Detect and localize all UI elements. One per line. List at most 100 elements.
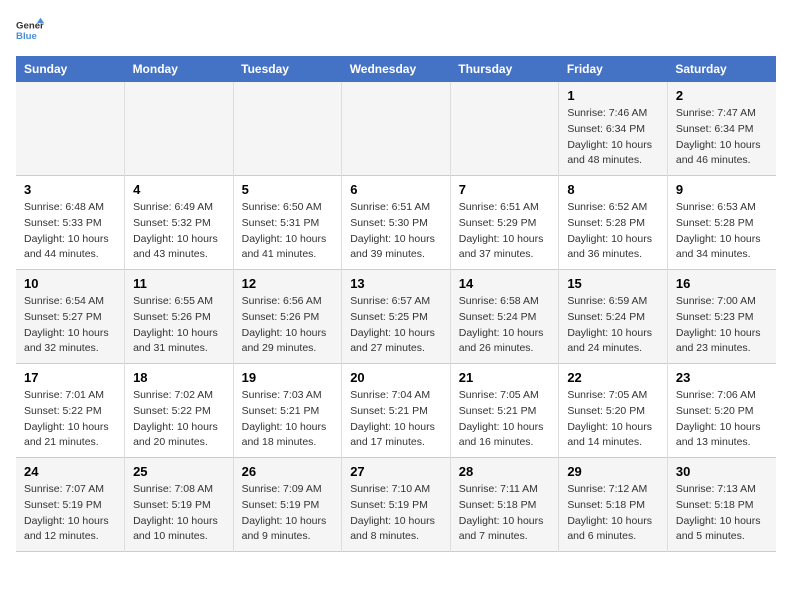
day-number: 21: [459, 370, 551, 385]
calendar-cell: 11Sunrise: 6:55 AM Sunset: 5:26 PM Dayli…: [125, 270, 234, 364]
calendar-cell: 30 Sunrise: 7:13 AM Sunset: 5:18 PM Dayli…: [667, 458, 776, 552]
day-number: 20: [350, 370, 442, 385]
calendar-cell: 4 Sunrise: 6:49 AM Sunset: 5:32 PM Daylig…: [125, 176, 234, 270]
day-number: 6: [350, 182, 442, 197]
calendar-cell: [125, 82, 234, 176]
weekday-header-thursday: Thursday: [450, 56, 559, 82]
day-info: Sunrise: 7:46 AM Sunset: 6:34 PM Dayligh…: [567, 106, 659, 169]
day-number: 16: [676, 276, 768, 291]
day-number: 14: [459, 276, 551, 291]
day-info: Sunrise: 6:49 AM Sunset: 5:32 PM Dayligh…: [133, 200, 225, 263]
calendar-cell: 7 Sunrise: 6:51 AM Sunset: 5:29 PM Daylig…: [450, 176, 559, 270]
day-number: 27: [350, 464, 442, 479]
calendar-body: 1 Sunrise: 7:46 AM Sunset: 6:34 PM Daylig…: [16, 82, 776, 552]
calendar-table: SundayMondayTuesdayWednesdayThursdayFrid…: [16, 56, 776, 552]
day-info: Sunrise: 6:52 AM Sunset: 5:28 PM Dayligh…: [567, 200, 659, 263]
day-number: 12: [242, 276, 334, 291]
day-number: 4: [133, 182, 225, 197]
day-info: Sunrise: 7:47 AM Sunset: 6:34 PM Dayligh…: [676, 106, 768, 169]
calendar-cell: 10 Sunrise: 6:54 AM Sunset: 5:27 PM Dayli…: [16, 270, 125, 364]
calendar-week-1: 1 Sunrise: 7:46 AM Sunset: 6:34 PM Daylig…: [16, 82, 776, 176]
calendar-cell: 16 Sunrise: 7:00 AM Sunset: 5:23 PM Dayli…: [667, 270, 776, 364]
day-number: 24: [24, 464, 116, 479]
svg-text:Blue: Blue: [16, 31, 37, 42]
day-number: 19: [242, 370, 334, 385]
day-number: 28: [459, 464, 551, 479]
day-number: 15: [567, 276, 659, 291]
day-info: Sunrise: 6:48 AM Sunset: 5:33 PM Dayligh…: [24, 200, 116, 263]
day-info: Sunrise: 6:51 AM Sunset: 5:30 PM Dayligh…: [350, 200, 442, 263]
weekday-header-saturday: Saturday: [667, 56, 776, 82]
calendar-cell: 14 Sunrise: 6:58 AM Sunset: 5:24 PM Dayli…: [450, 270, 559, 364]
day-number: 8: [567, 182, 659, 197]
page-header: General Blue: [16, 16, 776, 44]
calendar-cell: 24 Sunrise: 7:07 AM Sunset: 5:19 PM Dayli…: [16, 458, 125, 552]
day-info: Sunrise: 6:59 AM Sunset: 5:24 PM Dayligh…: [567, 294, 659, 357]
day-info: Sunrise: 7:00 AM Sunset: 5:23 PM Dayligh…: [676, 294, 768, 357]
day-info: Sunrise: 7:07 AM Sunset: 5:19 PM Dayligh…: [24, 482, 116, 545]
day-info: Sunrise: 7:06 AM Sunset: 5:20 PM Dayligh…: [676, 388, 768, 451]
day-info: Sunrise: 7:03 AM Sunset: 5:21 PM Dayligh…: [242, 388, 334, 451]
day-info: Sunrise: 6:54 AM Sunset: 5:27 PM Dayligh…: [24, 294, 116, 357]
day-number: 3: [24, 182, 116, 197]
day-number: 22: [567, 370, 659, 385]
day-number: 7: [459, 182, 551, 197]
calendar-cell: 28 Sunrise: 7:11 AM Sunset: 5:18 PM Dayli…: [450, 458, 559, 552]
calendar-week-4: 17 Sunrise: 7:01 AM Sunset: 5:22 PM Dayli…: [16, 364, 776, 458]
weekday-header-monday: Monday: [125, 56, 234, 82]
calendar-cell: 5Sunrise: 6:50 AM Sunset: 5:31 PM Daylig…: [233, 176, 342, 270]
day-info: Sunrise: 7:01 AM Sunset: 5:22 PM Dayligh…: [24, 388, 116, 451]
calendar-cell: [233, 82, 342, 176]
calendar-cell: 3 Sunrise: 6:48 AM Sunset: 5:33 PM Daylig…: [16, 176, 125, 270]
calendar-cell: 21 Sunrise: 7:05 AM Sunset: 5:21 PM Dayli…: [450, 364, 559, 458]
calendar-cell: 26Sunrise: 7:09 AM Sunset: 5:19 PM Dayli…: [233, 458, 342, 552]
day-number: 1: [567, 88, 659, 103]
day-info: Sunrise: 7:10 AM Sunset: 5:19 PM Dayligh…: [350, 482, 442, 545]
calendar-week-5: 24 Sunrise: 7:07 AM Sunset: 5:19 PM Dayli…: [16, 458, 776, 552]
calendar-cell: 18 Sunrise: 7:02 AM Sunset: 5:22 PM Dayli…: [125, 364, 234, 458]
calendar-cell: 20 Sunrise: 7:04 AM Sunset: 5:21 PM Dayli…: [342, 364, 451, 458]
weekday-header-sunday: Sunday: [16, 56, 125, 82]
day-number: 30: [676, 464, 768, 479]
day-info: Sunrise: 7:04 AM Sunset: 5:21 PM Dayligh…: [350, 388, 442, 451]
day-info: Sunrise: 7:13 AM Sunset: 5:18 PM Dayligh…: [676, 482, 768, 545]
calendar-cell: 1 Sunrise: 7:46 AM Sunset: 6:34 PM Daylig…: [559, 82, 668, 176]
calendar-cell: 29Sunrise: 7:12 AM Sunset: 5:18 PM Dayli…: [559, 458, 668, 552]
day-info: Sunrise: 6:58 AM Sunset: 5:24 PM Dayligh…: [459, 294, 551, 357]
day-info: Sunrise: 7:05 AM Sunset: 5:20 PM Dayligh…: [567, 388, 659, 451]
calendar-cell: [342, 82, 451, 176]
calendar-cell: [450, 82, 559, 176]
day-info: Sunrise: 6:53 AM Sunset: 5:28 PM Dayligh…: [676, 200, 768, 263]
day-number: 5: [242, 182, 334, 197]
day-number: 2: [676, 88, 768, 103]
day-info: Sunrise: 7:02 AM Sunset: 5:22 PM Dayligh…: [133, 388, 225, 451]
calendar-cell: 8 Sunrise: 6:52 AM Sunset: 5:28 PM Daylig…: [559, 176, 668, 270]
day-info: Sunrise: 6:51 AM Sunset: 5:29 PM Dayligh…: [459, 200, 551, 263]
calendar-cell: 17 Sunrise: 7:01 AM Sunset: 5:22 PM Dayli…: [16, 364, 125, 458]
day-info: Sunrise: 7:05 AM Sunset: 5:21 PM Dayligh…: [459, 388, 551, 451]
calendar-cell: 25Sunrise: 7:08 AM Sunset: 5:19 PM Dayli…: [125, 458, 234, 552]
calendar-header-row: SundayMondayTuesdayWednesdayThursdayFrid…: [16, 56, 776, 82]
calendar-cell: 2 Sunrise: 7:47 AM Sunset: 6:34 PM Daylig…: [667, 82, 776, 176]
calendar-cell: 27 Sunrise: 7:10 AM Sunset: 5:19 PM Dayli…: [342, 458, 451, 552]
day-number: 23: [676, 370, 768, 385]
day-info: Sunrise: 6:55 AM Sunset: 5:26 PM Dayligh…: [133, 294, 225, 357]
calendar-week-3: 10 Sunrise: 6:54 AM Sunset: 5:27 PM Dayli…: [16, 270, 776, 364]
day-number: 17: [24, 370, 116, 385]
calendar-cell: 12 Sunrise: 6:56 AM Sunset: 5:26 PM Dayli…: [233, 270, 342, 364]
calendar-cell: 23 Sunrise: 7:06 AM Sunset: 5:20 PM Dayli…: [667, 364, 776, 458]
logo-icon: General Blue: [16, 16, 44, 44]
calendar-cell: [16, 82, 125, 176]
calendar-cell: 6 Sunrise: 6:51 AM Sunset: 5:30 PM Daylig…: [342, 176, 451, 270]
day-info: Sunrise: 7:11 AM Sunset: 5:18 PM Dayligh…: [459, 482, 551, 545]
calendar-cell: 13Sunrise: 6:57 AM Sunset: 5:25 PM Dayli…: [342, 270, 451, 364]
day-number: 9: [676, 182, 768, 197]
calendar-cell: 22 Sunrise: 7:05 AM Sunset: 5:20 PM Dayli…: [559, 364, 668, 458]
calendar-cell: 19 Sunrise: 7:03 AM Sunset: 5:21 PM Dayli…: [233, 364, 342, 458]
day-number: 10: [24, 276, 116, 291]
weekday-header-tuesday: Tuesday: [233, 56, 342, 82]
day-number: 29: [567, 464, 659, 479]
weekday-header-wednesday: Wednesday: [342, 56, 451, 82]
day-info: Sunrise: 6:56 AM Sunset: 5:26 PM Dayligh…: [242, 294, 334, 357]
day-number: 18: [133, 370, 225, 385]
